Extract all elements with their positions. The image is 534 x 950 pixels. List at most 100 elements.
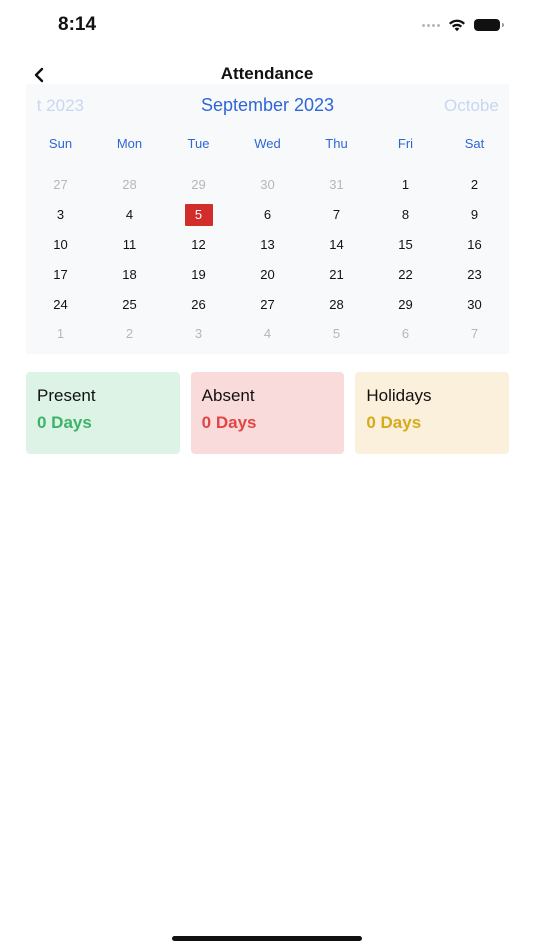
- calendar-day-number: 28: [122, 177, 137, 193]
- battery-icon: [474, 19, 504, 31]
- calendar-day[interactable]: 5: [302, 319, 371, 349]
- calendar-day-number: 24: [53, 296, 68, 312]
- calendar-day-number: 31: [329, 177, 344, 193]
- absent-label: Absent: [201, 386, 255, 405]
- present-label: Present: [37, 386, 96, 405]
- calendar-day[interactable]: 3: [26, 200, 95, 230]
- calendar-day[interactable]: 27: [233, 289, 302, 319]
- calendar-day[interactable]: 17: [26, 259, 95, 289]
- calendar: t 2023 September 2023 Octobe Sun Mon Tue…: [26, 84, 509, 354]
- calendar-day[interactable]: 11: [95, 230, 164, 260]
- calendar-day[interactable]: 16: [440, 230, 509, 260]
- calendar-day-number: 7: [332, 207, 341, 223]
- calendar-day-number: 3: [56, 207, 65, 223]
- calendar-day-number: 21: [329, 266, 344, 282]
- calendar-day[interactable]: 12: [164, 230, 233, 260]
- calendar-day-number: 11: [122, 236, 137, 252]
- calendar-day-number: 10: [53, 236, 68, 252]
- calendar-day-today[interactable]: 5: [164, 200, 233, 230]
- calendar-day[interactable]: 6: [233, 200, 302, 230]
- calendar-day[interactable]: 25: [95, 289, 164, 319]
- calendar-day-number: 5: [184, 203, 213, 226]
- calendar-day-number: 12: [191, 236, 206, 252]
- calendar-day[interactable]: 23: [440, 259, 509, 289]
- present-value: 0 Days: [37, 413, 92, 432]
- calendar-day[interactable]: 6: [371, 319, 440, 349]
- current-month-label: September 2023: [200, 95, 335, 115]
- calendar-day[interactable]: 2: [95, 319, 164, 349]
- next-month-label[interactable]: Octobe: [444, 96, 499, 116]
- calendar-day-number: 2: [470, 177, 479, 193]
- calendar-day-number: 16: [467, 236, 482, 252]
- calendar-day-number: 15: [398, 236, 413, 252]
- page-title: Attendance: [220, 64, 314, 83]
- status-icons: [422, 17, 504, 33]
- status-bar: 8:14: [0, 0, 534, 50]
- calendar-day[interactable]: 30: [233, 170, 302, 200]
- calendar-day-number: 18: [122, 266, 137, 282]
- calendar-day-number: 13: [260, 236, 275, 252]
- calendar-day[interactable]: 22: [371, 259, 440, 289]
- signal-icon: [422, 23, 440, 27]
- calendar-day[interactable]: 20: [233, 259, 302, 289]
- calendar-day[interactable]: 19: [164, 259, 233, 289]
- calendar-day[interactable]: 29: [164, 170, 233, 200]
- calendar-day[interactable]: 18: [95, 259, 164, 289]
- calendar-day-number: 30: [260, 177, 275, 193]
- calendar-day[interactable]: 24: [26, 289, 95, 319]
- calendar-day-number: 27: [260, 296, 275, 312]
- calendar-day-number: 28: [329, 296, 344, 312]
- calendar-day[interactable]: 14: [302, 230, 371, 260]
- weekday-header: Sun Mon Tue Wed Thu Fri Sat: [26, 136, 509, 151]
- present-card[interactable]: Present 0 Days: [26, 372, 180, 454]
- weekday-fri: Fri: [397, 136, 414, 151]
- calendar-day[interactable]: 10: [26, 230, 95, 260]
- calendar-day-number: 25: [122, 296, 137, 312]
- calendar-day[interactable]: 8: [371, 200, 440, 230]
- calendar-day[interactable]: 7: [440, 319, 509, 349]
- calendar-day[interactable]: 1: [26, 319, 95, 349]
- calendar-day[interactable]: 1: [371, 170, 440, 200]
- attendance-summary: Present 0 Days Absent 0 Days Holidays 0 …: [26, 372, 510, 454]
- calendar-day-number: 2: [125, 326, 134, 342]
- weekday-wed: Wed: [254, 136, 281, 151]
- calendar-day-number: 4: [263, 326, 272, 342]
- attendance-screen: 8:14 Attendance t 2023 September 2023 Oc…: [0, 0, 534, 950]
- calendar-day-number: 9: [470, 207, 479, 223]
- calendar-day[interactable]: 28: [95, 170, 164, 200]
- calendar-day[interactable]: 28: [302, 289, 371, 319]
- calendar-day[interactable]: 21: [302, 259, 371, 289]
- calendar-day[interactable]: 30: [440, 289, 509, 319]
- calendar-day-number: 6: [401, 326, 410, 342]
- days-grid: 27 28 29 30 31 1 2 3 4 5 6 7 8 9 10 11 12 13 14 15 16 17 18 19 2…: [26, 170, 509, 349]
- weekday-sun: Sun: [48, 136, 73, 151]
- calendar-day[interactable]: 31: [302, 170, 371, 200]
- calendar-day[interactable]: 9: [440, 200, 509, 230]
- weekday-thu: Thu: [325, 136, 348, 151]
- weekday-mon: Mon: [116, 136, 143, 151]
- calendar-day[interactable]: 7: [302, 200, 371, 230]
- calendar-day[interactable]: 4: [95, 200, 164, 230]
- absent-card[interactable]: Absent 0 Days: [190, 372, 345, 454]
- weekday-tue: Tue: [187, 136, 210, 151]
- calendar-day-number: 5: [332, 326, 341, 342]
- calendar-day-number: 4: [125, 207, 134, 223]
- calendar-day-number: 29: [191, 177, 206, 193]
- holidays-value: 0 Days: [366, 413, 422, 432]
- calendar-day-number: 17: [53, 266, 68, 282]
- calendar-day[interactable]: 3: [164, 319, 233, 349]
- calendar-day[interactable]: 4: [233, 319, 302, 349]
- calendar-day-number: 3: [194, 326, 203, 342]
- calendar-day-number: 30: [467, 296, 482, 312]
- holidays-label: Holidays: [366, 386, 432, 405]
- calendar-day[interactable]: 27: [26, 170, 95, 200]
- calendar-day-number: 1: [401, 177, 410, 193]
- calendar-day[interactable]: 29: [371, 289, 440, 319]
- wifi-icon: [449, 19, 465, 32]
- calendar-day-number: 1: [56, 326, 65, 342]
- calendar-day[interactable]: 26: [164, 289, 233, 319]
- calendar-day[interactable]: 15: [371, 230, 440, 260]
- holidays-card[interactable]: Holidays 0 Days: [355, 372, 510, 454]
- calendar-day[interactable]: 13: [233, 230, 302, 260]
- calendar-day[interactable]: 2: [440, 170, 509, 200]
